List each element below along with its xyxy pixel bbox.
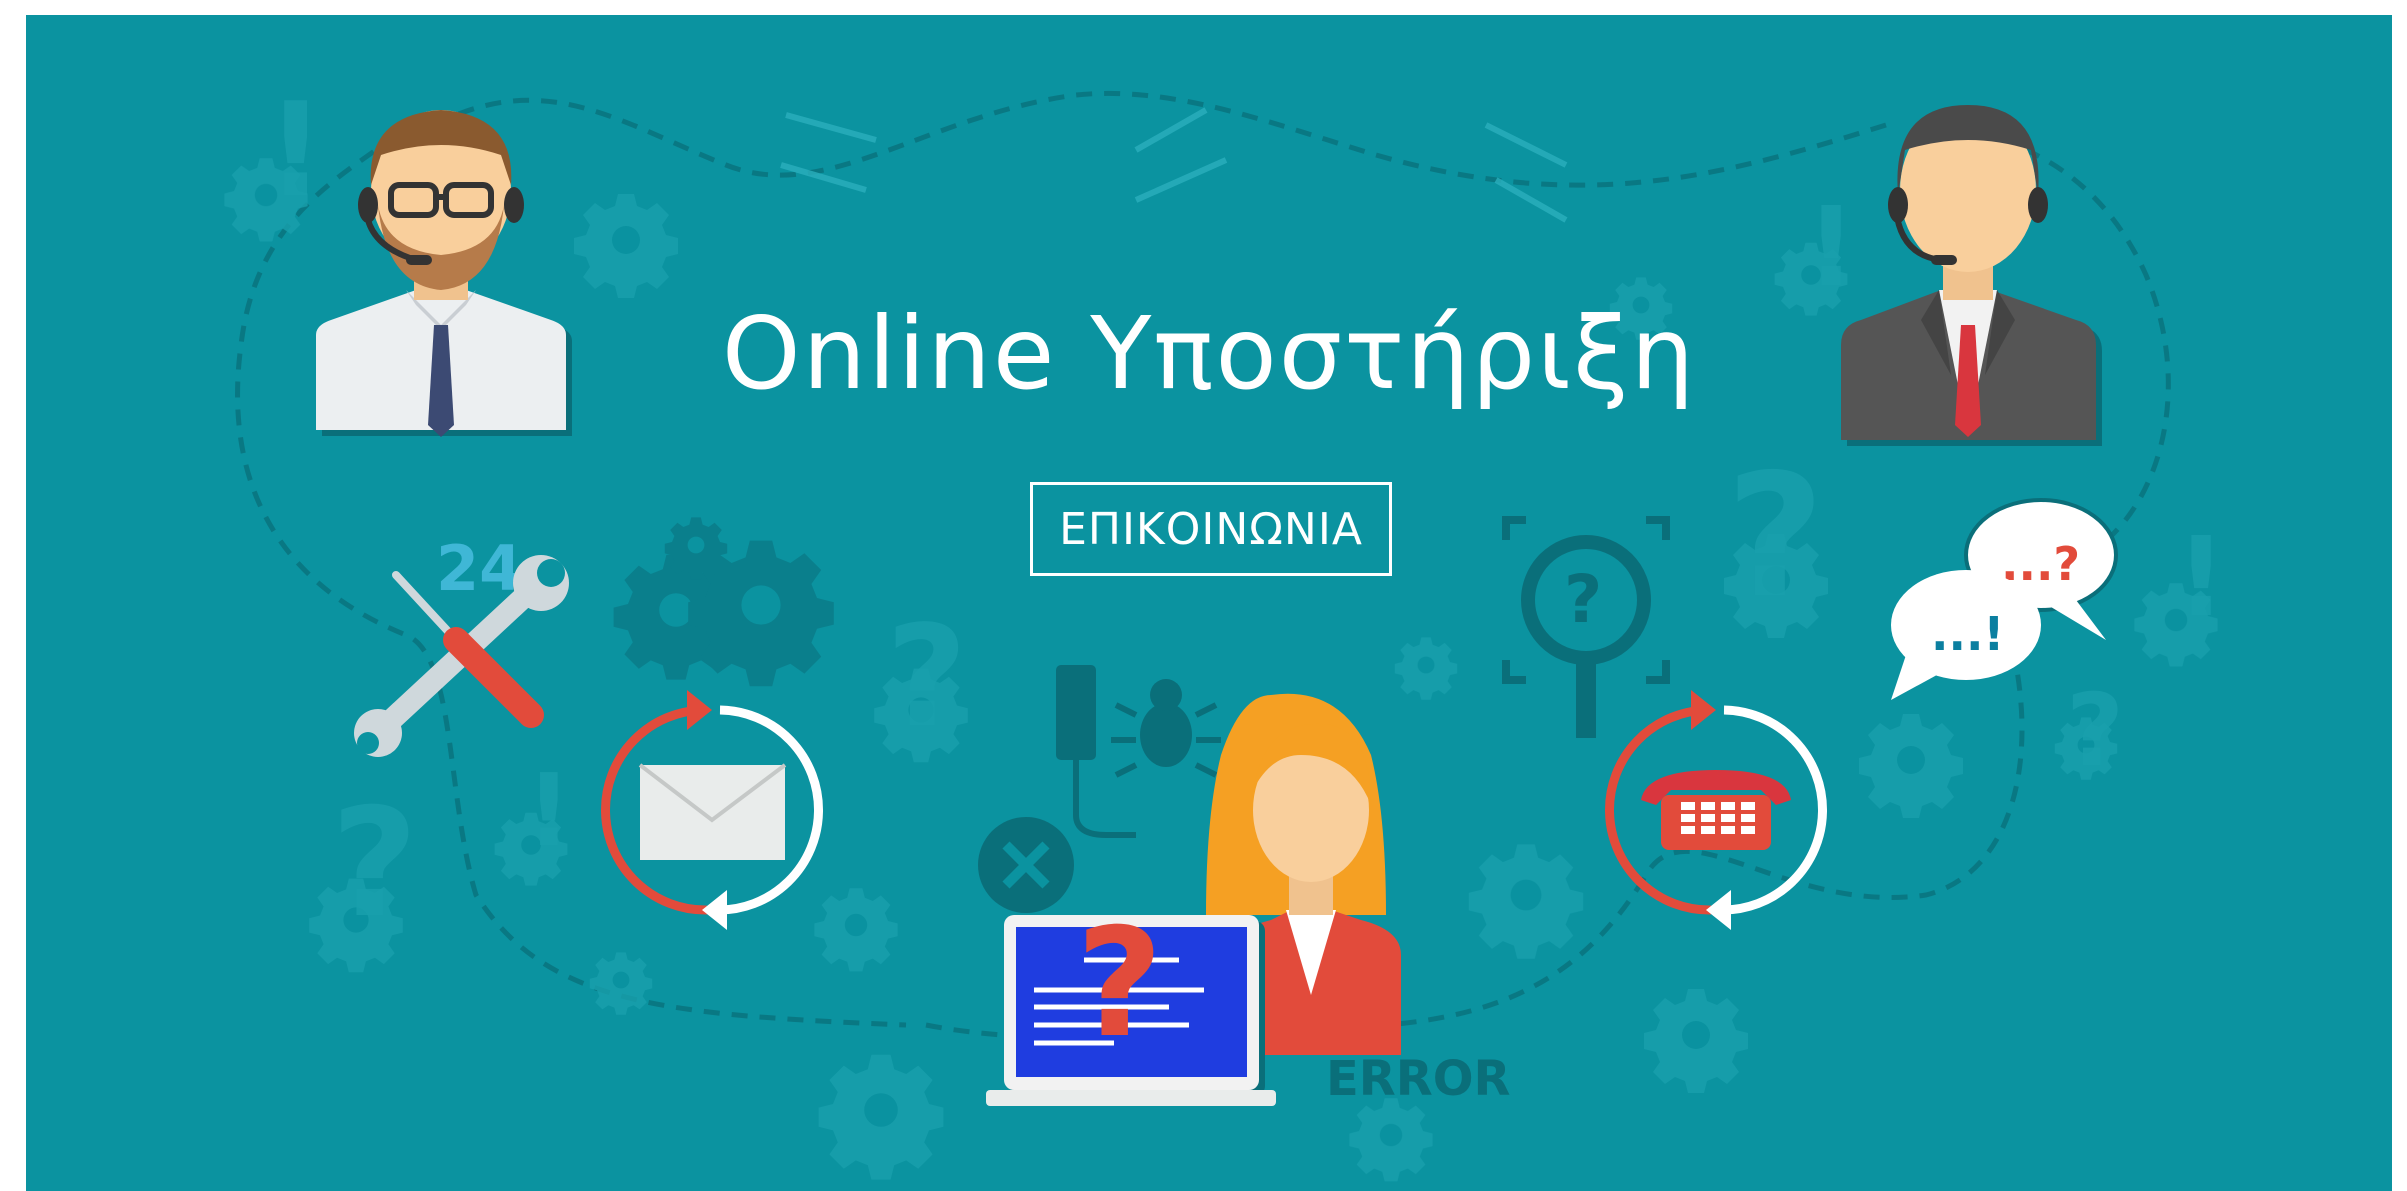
svg-text:!: ! (526, 752, 572, 869)
gear-icon (664, 517, 728, 580)
gear-icon (818, 1054, 944, 1180)
svg-text:?: ? (1726, 438, 1825, 636)
svg-text:?: ? (2066, 672, 2124, 789)
page-title: Online Υποστήριξη (721, 295, 1697, 412)
svg-text:!: ! (2176, 513, 2226, 641)
svg-text:?: ? (886, 596, 967, 759)
gear-icon (1349, 1098, 1433, 1182)
gear-icon (814, 888, 898, 972)
email-cycle-icon (601, 690, 823, 930)
svg-text:?: ? (1076, 897, 1163, 1071)
banner-artwork: ? ? ? ? ! ! ! ! 24 ...? ...! ? ? ERROR (224, 74, 2226, 1182)
hours-24-label: 24 (436, 532, 522, 605)
svg-text:?: ? (1564, 561, 1602, 638)
error-decorations (978, 665, 1221, 913)
tools-icon: 24 (354, 532, 569, 757)
gear-icon (589, 952, 653, 1015)
gear-icon (1468, 844, 1584, 959)
phone-cycle-icon (1605, 690, 1827, 930)
svg-text:!: ! (1806, 183, 1856, 311)
gear-icon (1644, 989, 1748, 1093)
magnifier-question-icon: ? (1502, 516, 1670, 738)
contact-button[interactable]: ΕΠΙΚΟΙΝΩΝΙΑ (1030, 482, 1392, 576)
support-banner: ? ? ? ? ! ! ! ! 24 ...? ...! ? ? ERROR O… (26, 15, 2392, 1191)
chat-bubbles-icon: ...? ...! (1891, 498, 2118, 700)
gear-icon (574, 194, 678, 298)
svg-text:!: ! (266, 74, 325, 226)
error-label: ERROR (1326, 1051, 1510, 1107)
laptop-icon: ? (986, 897, 1276, 1106)
svg-text:?: ? (331, 777, 418, 951)
gear-icon (1394, 637, 1458, 700)
bubble-exclaim-label: ...! (1931, 607, 2004, 661)
gear-icon (1859, 714, 1963, 818)
